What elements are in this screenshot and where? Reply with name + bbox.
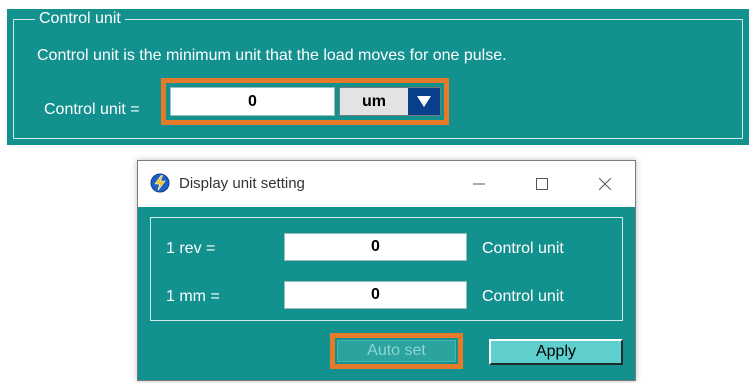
unit-dropdown[interactable]: um [339,87,441,116]
lightning-app-icon [150,173,170,193]
mm-unit-label: Control unit [482,288,564,305]
maximize-button[interactable] [519,167,565,201]
mm-label: 1 mm = [166,288,220,305]
triangle-down-icon [417,96,431,107]
rev-unit-label: Control unit [482,240,564,257]
minimize-icon [473,183,485,185]
auto-set-button[interactable]: Auto set [337,340,456,362]
close-button[interactable] [582,167,628,201]
rev-label: 1 rev = [166,240,216,257]
unit-dropdown-value: um [362,93,386,110]
dropdown-arrow-button[interactable] [408,88,440,115]
minimize-button[interactable] [456,167,502,201]
mm-input[interactable]: 0 [284,281,467,309]
close-icon [599,178,611,190]
control-unit-description: Control unit is the minimum unit that th… [37,47,507,64]
rev-input[interactable]: 0 [284,233,467,261]
dialog-titlebar[interactable]: Display unit setting [138,161,635,207]
group-legend: Control unit [35,10,125,28]
control-unit-label: Control unit = [44,101,140,118]
dialog-title: Display unit setting [179,175,305,192]
display-unit-dialog: Display unit setting 1 rev = 0 Control u… [137,160,636,381]
control-unit-input[interactable]: 0 [170,87,335,116]
apply-button[interactable]: Apply [489,339,623,365]
maximize-icon [536,178,548,190]
